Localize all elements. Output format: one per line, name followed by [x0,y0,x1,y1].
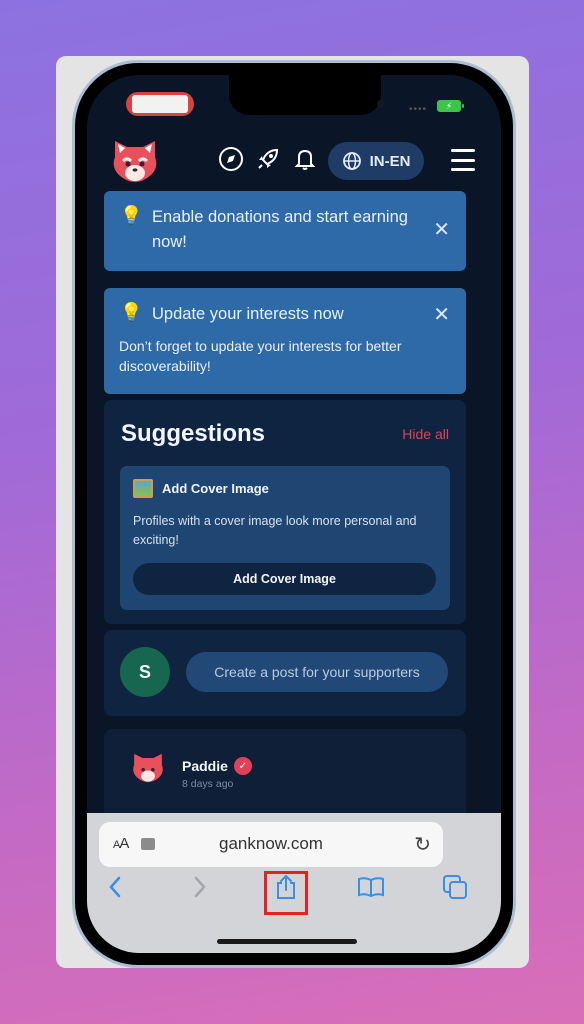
url-text[interactable]: ganknow.com [99,834,443,854]
back-icon[interactable] [97,869,133,905]
bell-icon[interactable] [291,145,319,173]
hide-all-link[interactable]: Hide all [402,426,449,442]
phone-frame: •••• ⚡ IN-EN 💡 Enable donations and star… [72,60,516,968]
tabs-icon[interactable] [437,869,473,905]
create-post-input[interactable]: Create a post for your supporters [186,652,448,692]
app-header: IN-EN [87,137,501,189]
rocket-icon[interactable] [254,145,282,173]
signal-icon: •••• [409,104,428,115]
lightbulb-icon: 💡 [120,302,143,322]
banner-title: Enable donations and start earning now! [152,208,408,251]
battery-charging-icon: ⚡ [437,100,464,112]
lightbulb-icon: 💡 [120,205,143,225]
suggestions-card: Suggestions Hide all Add Cover Image Pro… [104,400,466,624]
reload-icon[interactable]: ↻ [414,832,431,857]
banner-description: Don’t forget to update your interests fo… [119,338,402,374]
globe-icon [342,152,361,170]
add-cover-suggestion: Add Cover Image Profiles with a cover im… [120,466,450,610]
address-bar[interactable]: AA ganknow.com ↻ [99,822,443,867]
safari-toolbar: AA ganknow.com ↻ [87,813,501,953]
home-indicator [217,939,357,944]
author-avatar-icon[interactable] [130,750,166,784]
redacted-status-pill [126,92,194,116]
post-time: 8 days ago [182,778,234,790]
close-icon[interactable]: ✕ [433,302,450,327]
banner-title: Update your interests now [152,305,344,323]
red-panda-logo-icon[interactable] [109,137,161,183]
suggestions-title: Suggestions [121,420,266,447]
camera-dot [377,100,385,108]
share-highlight-box [264,871,308,915]
compass-icon[interactable] [217,145,245,173]
create-post-card: S Create a post for your supporters [104,630,466,716]
bookmarks-icon[interactable] [353,869,389,905]
author-name[interactable]: Paddie ✓ [182,757,252,775]
language-label: IN-EN [369,152,411,170]
add-cover-image-button[interactable]: Add Cover Image [133,563,436,595]
hamburger-menu-icon[interactable] [451,149,475,171]
verified-badge-icon: ✓ [233,757,252,775]
interests-banner[interactable]: 💡 Update your interests now ✕ Don’t forg… [104,288,466,394]
forward-icon[interactable] [182,869,218,905]
phone-screen: •••• ⚡ IN-EN 💡 Enable donations and star… [87,75,501,953]
framed-picture-icon [133,479,153,498]
avatar[interactable]: S [120,647,170,697]
language-selector[interactable]: IN-EN [328,142,424,180]
suggestion-description: Profiles with a cover image look more pe… [133,514,417,547]
close-icon[interactable]: ✕ [433,217,450,242]
suggestion-title: Add Cover Image [162,481,269,496]
donations-banner[interactable]: 💡 Enable donations and start earning now… [104,191,466,271]
notch [229,75,385,115]
